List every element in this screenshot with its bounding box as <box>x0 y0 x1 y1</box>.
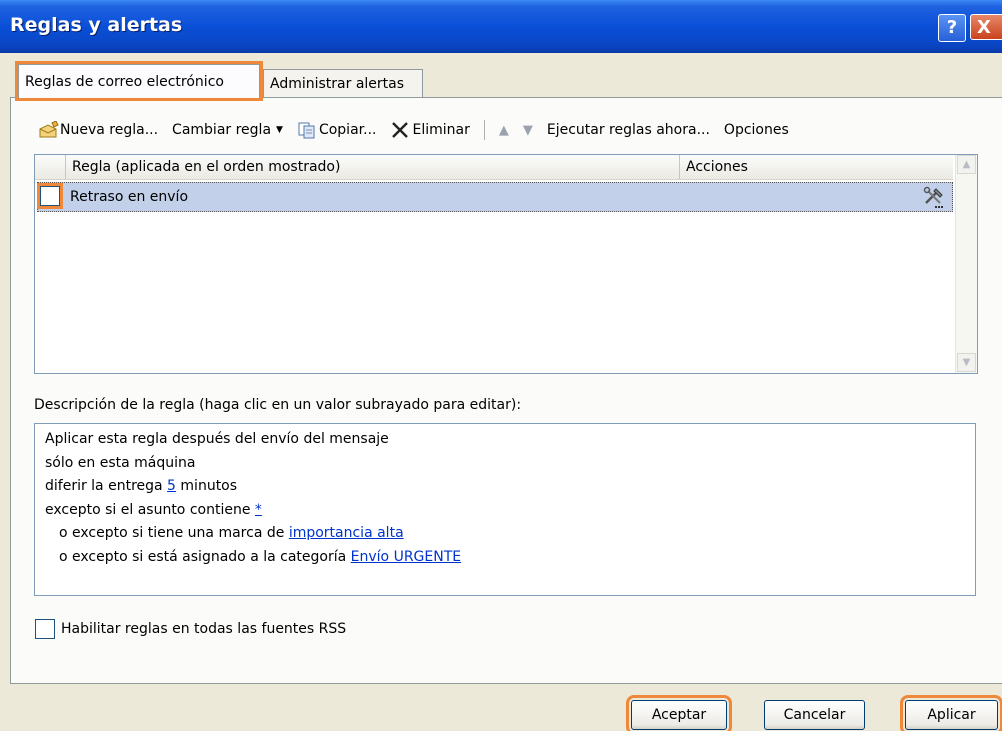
tab-manage-alerts[interactable]: Administrar alertas <box>263 69 423 98</box>
tab-email-rules[interactable]: Reglas de correo electrónico <box>15 61 263 101</box>
description-line: Aplicar esta regla después del envío del… <box>45 431 389 447</box>
description-text: o excepto si tiene una marca de <box>59 525 289 541</box>
column-header-rule[interactable]: Regla (aplicada en el orden mostrado) <box>65 155 678 179</box>
window-title: Reglas y alertas <box>10 14 183 36</box>
delete-button[interactable]: Eliminar <box>390 121 470 139</box>
delete-icon <box>390 121 410 139</box>
rules-list-scrollbar[interactable]: ▲ ▼ <box>955 155 977 373</box>
description-text: minutos <box>175 478 238 494</box>
rule-name: Retraso en envío <box>70 189 189 205</box>
tools-icon <box>922 185 946 209</box>
importance-link[interactable]: importancia alta <box>289 525 404 541</box>
rule-description-box: Aplicar esta regla después del envío del… <box>34 423 976 596</box>
copy-button[interactable]: Copiar... <box>297 121 377 139</box>
rss-rules-option[interactable]: Habilitar reglas en todas las fuentes RS… <box>35 619 346 639</box>
new-rule-button[interactable]: Nueva regla... <box>38 120 159 139</box>
options-label: Opciones <box>723 122 789 138</box>
description-line: excepto si el asunto contiene * <box>45 499 965 523</box>
subject-words-link[interactable]: * <box>255 502 262 518</box>
apply-button[interactable]: Aplicar <box>900 695 1002 731</box>
copy-icon <box>297 121 317 139</box>
toolbar-separator <box>483 120 485 140</box>
rules-toolbar: Nueva regla... Cambiar regla ▼ Copiar...… <box>38 117 803 143</box>
description-line: diferir la entrega 5 minutos <box>45 475 965 499</box>
column-header-actions[interactable]: Acciones <box>679 155 946 179</box>
dropdown-arrow-icon: ▼ <box>276 125 283 135</box>
copy-label: Copiar... <box>318 122 377 138</box>
options-button[interactable]: Opciones <box>724 122 789 138</box>
delete-label: Eliminar <box>412 122 470 138</box>
description-line: o excepto si está asignado a la categorí… <box>45 546 965 570</box>
accept-button[interactable]: Aceptar <box>626 695 732 731</box>
new-rule-label: Nueva regla... <box>60 122 159 138</box>
change-rule-label: Cambiar regla <box>172 122 272 138</box>
description-text: excepto si el asunto contiene <box>45 501 255 518</box>
rule-enabled-checkbox[interactable] <box>37 183 63 209</box>
move-up-icon[interactable]: ▲ <box>499 123 509 138</box>
description-line: o excepto si tiene una marca de importan… <box>45 522 965 546</box>
delay-minutes-link[interactable]: 5 <box>167 478 176 494</box>
description-text: diferir la entrega <box>45 478 168 494</box>
description-text: o excepto si está asignado a la categorí… <box>59 548 351 565</box>
scroll-up-icon[interactable]: ▲ <box>957 155 976 174</box>
change-rule-button[interactable]: Cambiar regla ▼ <box>172 122 283 138</box>
rules-list-header: Regla (aplicada en el orden mostrado) Ac… <box>35 155 953 180</box>
help-button[interactable]: ? <box>938 14 966 42</box>
description-label: Descripción de la regla (haga clic en un… <box>34 397 522 413</box>
run-rules-label: Ejecutar reglas ahora... <box>546 122 710 138</box>
move-down-icon[interactable]: ▼ <box>523 123 533 138</box>
category-link[interactable]: Envío URGENTE <box>351 549 461 565</box>
scroll-down-icon[interactable]: ▼ <box>957 353 976 372</box>
run-rules-button[interactable]: Ejecutar reglas ahora... <box>547 122 710 138</box>
rss-rules-checkbox[interactable] <box>35 619 55 639</box>
rule-row[interactable]: Retraso en envío <box>37 182 953 212</box>
rss-rules-label: Habilitar reglas en todas las fuentes RS… <box>61 621 347 637</box>
cancel-button[interactable]: Cancelar <box>764 700 865 730</box>
description-line: sólo en esta máquina <box>45 454 196 471</box>
close-button[interactable]: X <box>970 14 1002 40</box>
title-bar[interactable]: Reglas y alertas ? X <box>0 0 1002 53</box>
rules-list[interactable]: Regla (aplicada en el orden mostrado) Ac… <box>34 154 978 374</box>
new-rule-icon <box>38 120 59 139</box>
